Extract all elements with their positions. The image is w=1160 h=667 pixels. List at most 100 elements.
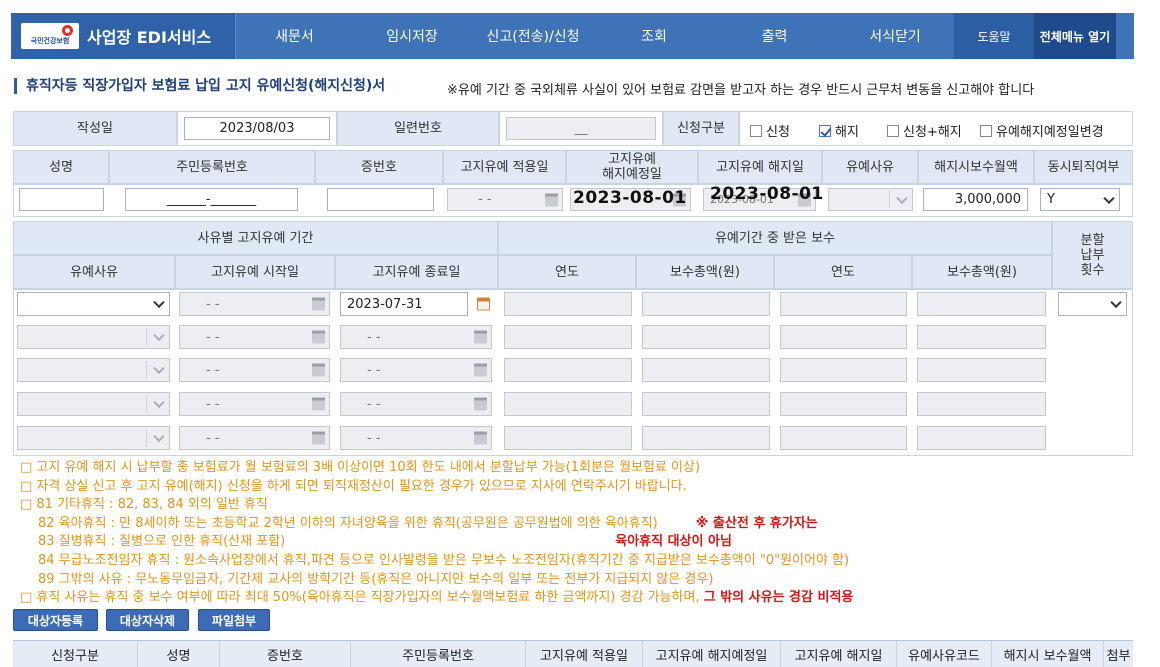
row-5-year-2[interactable] [780, 426, 907, 450]
delete-target-button[interactable]: 대상자삭제 [106, 609, 189, 631]
col-end-date: 고지유예 종료일 [335, 255, 498, 289]
row-1-reason-select[interactable] [17, 292, 170, 316]
row-5-year-1[interactable] [504, 426, 632, 450]
row-3-reason-select[interactable] [17, 358, 170, 382]
row-1-start-date[interactable]: - - [179, 292, 330, 316]
row-3-end-date[interactable]: - - [340, 358, 492, 382]
row-2-pay-total-2[interactable] [917, 325, 1046, 349]
note-line: 84 무급노조전임자 휴직 : 원소속사업장에서 휴직,파견 등으로 인사발령을… [38, 552, 850, 568]
col-reason: 유예사유 [13, 255, 175, 289]
header-rrn: 주민등록번호 [109, 150, 315, 184]
row-2-pay-total-1[interactable] [642, 325, 770, 349]
row-3-year-2[interactable] [780, 358, 907, 382]
note-line: 82 육아휴직 : 만 8세이하 또는 초등학교 2학년 이하의 자녀양육을 위… [38, 515, 818, 531]
chevron-down-icon [153, 329, 165, 342]
serial-label: 일련번호 [337, 111, 499, 146]
calendar-icon[interactable] [474, 363, 487, 377]
option-change-planned-date[interactable]: 유예해지예정일변경 [980, 121, 1104, 140]
row-3-pay-total-1[interactable] [642, 358, 770, 382]
nav-inquiry[interactable]: 조회 [595, 13, 713, 59]
row-2-end-date[interactable]: - - [340, 325, 492, 349]
row-4-pay-total-2[interactable] [917, 392, 1046, 416]
row-4-pay-total-1[interactable] [642, 392, 770, 416]
attach-file-button[interactable]: 파일첨부 [198, 609, 270, 631]
row-3-start-date[interactable]: - - [179, 358, 330, 382]
calendar-icon[interactable] [474, 431, 487, 445]
grid-col-cert: 증번호 [220, 641, 351, 667]
row-1-pay-total-1[interactable] [642, 292, 770, 316]
notice-text: ※유예 기간 중 국외체류 사실이 있어 보험료 감면을 받고자 하는 경우 반… [447, 83, 1035, 98]
calendar-icon[interactable] [312, 431, 325, 445]
row-4-year-2[interactable] [780, 392, 907, 416]
header-planned-cancel-date: 고지유예 해지예정일 [566, 150, 698, 184]
checkbox-change-planned-date[interactable] [980, 125, 992, 137]
row-3-year-1[interactable] [504, 358, 632, 382]
row-5-reason-select[interactable] [17, 426, 170, 450]
chevron-down-icon [1110, 296, 1122, 309]
period-section-title: 사유별 고지유예 기간 [13, 221, 498, 255]
calendar-icon[interactable] [474, 330, 487, 344]
grid-col-cancel-date: 고지유예 해지일 [781, 641, 897, 667]
option-cancel[interactable]: 해지 [819, 121, 859, 140]
checkbox-apply-and-cancel[interactable] [887, 125, 899, 137]
calendar-icon[interactable] [312, 297, 325, 311]
row-5-pay-total-2[interactable] [917, 426, 1046, 450]
row-1-pay-total-2[interactable] [917, 292, 1046, 316]
row-2-reason-select[interactable] [17, 325, 170, 349]
row-3-pay-total-2[interactable] [917, 358, 1046, 382]
row-1-installment-select[interactable] [1058, 292, 1127, 316]
header-cancel-date: 고지유예 해지일 [698, 150, 822, 184]
nav-print[interactable]: 출력 [713, 13, 836, 59]
row-5-end-date[interactable]: - - [340, 426, 492, 450]
row-2-year-1[interactable] [504, 325, 632, 349]
option-apply[interactable]: 신청 [750, 121, 790, 140]
register-target-button[interactable]: 대상자등록 [13, 609, 98, 631]
row-1-year-2[interactable] [780, 292, 907, 316]
rrn-input[interactable]: ______-_______ [125, 188, 298, 211]
header-monthly-pay: 해지시보수월액 [918, 150, 1034, 184]
row-2-start-date[interactable]: - - [179, 325, 330, 349]
brand[interactable]: 국민건강보험 사업장 EDI서비스 [11, 13, 236, 59]
calendar-icon[interactable] [545, 193, 558, 206]
note-line: 83 질병휴직 : 질병으로 인한 휴직(산재 포함) 육아휴직 대상이 아님 [38, 534, 732, 550]
checkbox-cancel[interactable] [819, 125, 831, 137]
calendar-icon[interactable] [312, 397, 325, 411]
option-apply-and-cancel[interactable]: 신청+해지 [887, 121, 962, 140]
row-4-end-date[interactable]: - - [340, 392, 492, 416]
row-5-start-date[interactable]: - - [179, 426, 330, 450]
monthly-pay-input[interactable]: 3,000,000 [923, 188, 1028, 211]
calendar-icon[interactable] [477, 297, 490, 311]
nav-close-form[interactable]: 서식닫기 [836, 13, 954, 59]
target-grid-header: 신청구분 성명 증번호 주민등록번호 고지유예 적용일 고지유예 해지예정일 고… [13, 640, 1133, 667]
calendar-icon[interactable] [312, 363, 325, 377]
chevron-down-icon [896, 192, 908, 204]
grid-col-rrn: 주민등록번호 [351, 641, 526, 667]
row-4-start-date[interactable]: - - [179, 392, 330, 416]
row-5-pay-total-1[interactable] [642, 426, 770, 450]
reason-select[interactable] [828, 188, 913, 211]
calendar-icon[interactable] [474, 397, 487, 411]
row-2-year-2[interactable] [780, 325, 907, 349]
row-4-year-1[interactable] [504, 392, 632, 416]
row-1-year-1[interactable] [504, 292, 632, 316]
apply-date-input[interactable]: - - [447, 188, 563, 211]
row-4-reason-select[interactable] [17, 392, 170, 416]
top-navigation: 국민건강보험 사업장 EDI서비스 새문서 임시저장 신고(전송)/신청 조회 … [11, 13, 1134, 59]
nav-new-document[interactable]: 새문서 [236, 13, 353, 59]
nav-submit[interactable]: 신고(전송)/신청 [471, 13, 595, 59]
serial-number-field[interactable]: __ [506, 117, 656, 140]
nav-temp-save[interactable]: 임시저장 [353, 13, 471, 59]
pay-section-title: 유예기간 중 받은 보수 [498, 221, 1052, 255]
header-apply-date: 고지유예 적용일 [443, 150, 566, 184]
cert-number-input[interactable] [327, 188, 434, 211]
col-start-date: 고지유예 시작일 [175, 255, 335, 289]
nav-help[interactable]: 도움말 [954, 13, 1034, 59]
checkbox-apply[interactable] [750, 125, 762, 137]
grid-col-apply-type: 신청구분 [13, 641, 138, 667]
row-1-end-date[interactable]: 2023-07-31 [340, 292, 468, 316]
written-date-field[interactable]: 2023/08/03 [184, 117, 330, 140]
name-input[interactable] [19, 188, 104, 211]
retire-select[interactable]: Y [1040, 188, 1120, 211]
nav-all-menu[interactable]: 전체메뉴 열기 [1034, 13, 1116, 59]
calendar-icon[interactable] [312, 330, 325, 344]
